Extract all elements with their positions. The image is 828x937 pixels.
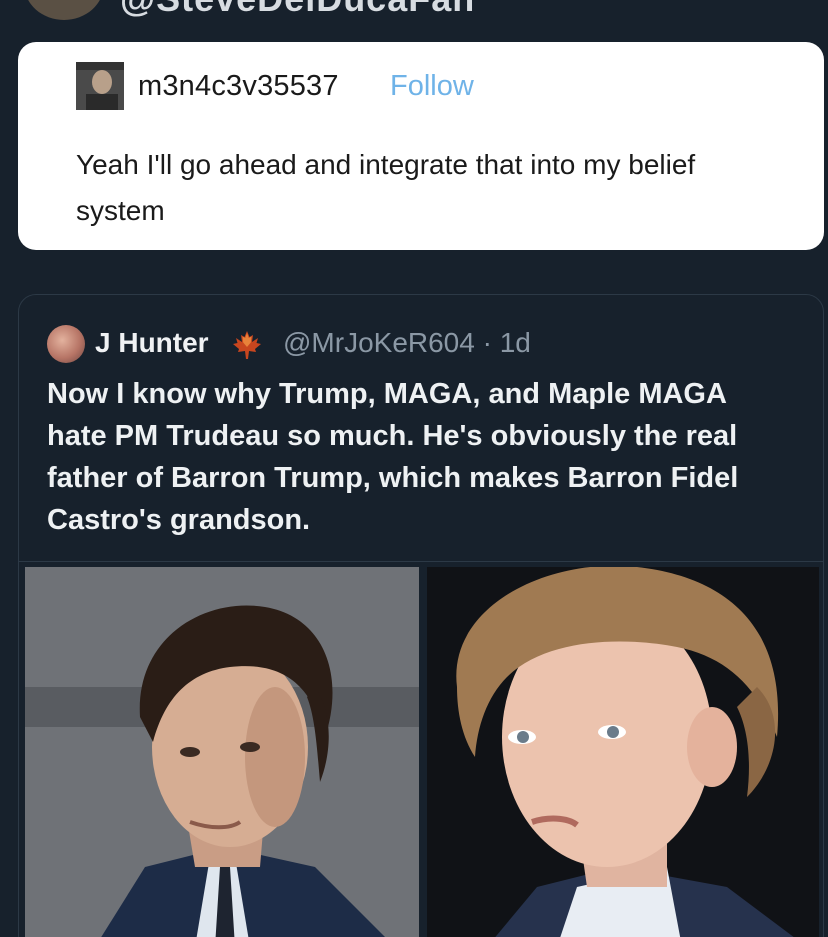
follow-button[interactable]: Follow	[390, 70, 474, 103]
right-portrait-image	[427, 567, 819, 937]
top-header: @SteveDelDucaFan	[0, 0, 828, 30]
top-handle[interactable]: @SteveDelDucaFan	[120, 0, 475, 20]
tweet-handle-and-time[interactable]: @MrJoKeR604 · 1d	[283, 327, 531, 359]
tweet-media[interactable]	[25, 567, 819, 937]
maple-leaf-icon	[233, 331, 261, 359]
tumblr-post-card: m3n4c3v35537 Follow Yeah I'll go ahead a…	[18, 42, 824, 250]
left-portrait-image	[25, 567, 419, 937]
top-avatar[interactable]	[24, 0, 104, 20]
tweet-avatar[interactable]	[47, 325, 85, 363]
tumblr-post-text: Yeah I'll go ahead and integrate that in…	[76, 149, 696, 226]
right-portrait-photo[interactable]	[427, 567, 819, 937]
screenshot-page: @SteveDelDucaFan m3n4c3v35537 Follow Yea…	[0, 0, 828, 937]
tweet-text: Now I know why Trump, MAGA, and Maple MA…	[47, 378, 739, 536]
tumblr-avatar-image	[76, 62, 124, 110]
divider	[19, 561, 823, 562]
left-portrait-photo[interactable]	[25, 567, 419, 937]
tweet-display-name[interactable]: J Hunter	[95, 327, 209, 359]
tumblr-avatar[interactable]	[76, 62, 124, 110]
tumblr-username[interactable]: m3n4c3v35537	[138, 70, 339, 103]
quoted-tweet-card[interactable]: J Hunter @MrJoKeR604 · 1d Now I know why…	[18, 294, 824, 937]
